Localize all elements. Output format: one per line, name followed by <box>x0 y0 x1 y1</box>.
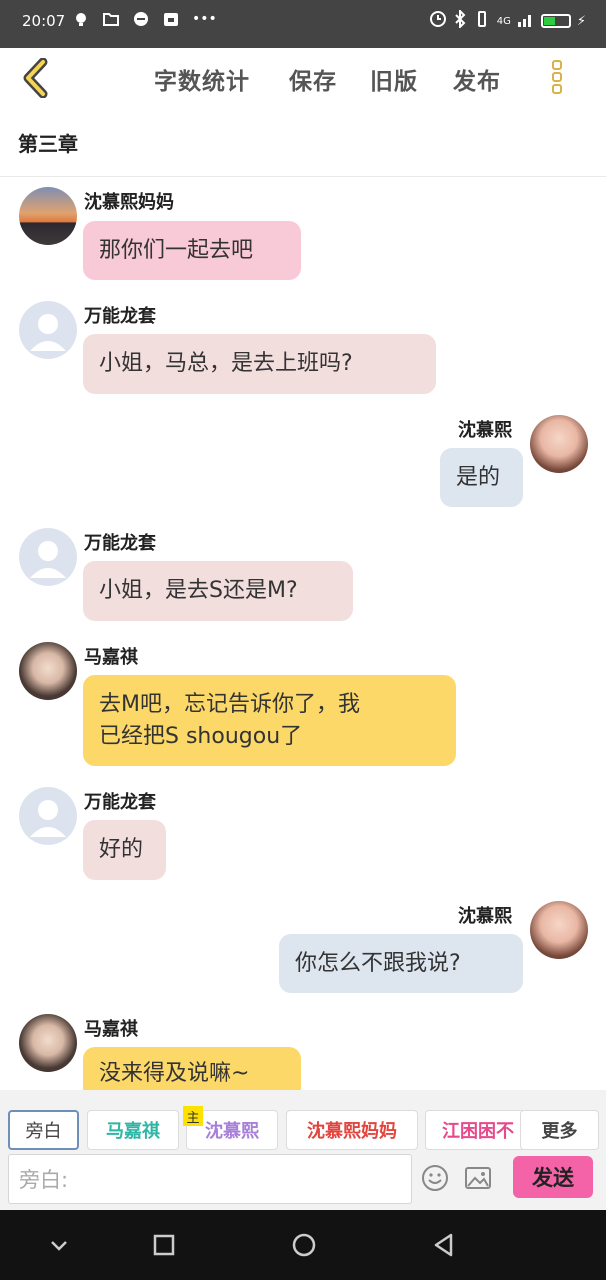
avatar-protagonist[interactable] <box>530 901 588 959</box>
message-bubble[interactable]: 是的 <box>440 448 523 507</box>
message-icon <box>132 10 150 28</box>
sender-name: 万能龙套 <box>84 533 156 554</box>
divider <box>0 176 606 177</box>
status-bar: 20:07 ••• 4G ⚡ <box>0 0 606 48</box>
sender-name: 万能龙套 <box>84 792 156 813</box>
avatar-protagonist[interactable] <box>530 415 588 473</box>
message-bubble[interactable]: 小姐，是去S还是M? <box>83 561 353 621</box>
more-menu-icon[interactable] <box>549 58 565 100</box>
dialogue-input[interactable]: 旁白: <box>8 1154 412 1204</box>
signal-icon <box>517 11 535 31</box>
save-button[interactable]: 保存 <box>289 62 337 96</box>
publish-button[interactable]: 发布 <box>453 62 501 96</box>
sender-name: 马嘉祺 <box>84 1019 138 1040</box>
role-tab-mother[interactable]: 沈慕熙妈妈 <box>286 1110 418 1150</box>
chevron-left-icon <box>23 57 48 99</box>
editor-header: 字数统计 保存 旧版 发布 <box>0 48 606 110</box>
folder-icon <box>102 10 120 28</box>
avatar-default[interactable] <box>19 787 77 845</box>
chapter-title: 第三章 <box>18 132 78 156</box>
sender-name: 万能龙套 <box>84 306 156 327</box>
send-button[interactable]: 发送 <box>513 1156 593 1198</box>
avatar-ma-jiaqi[interactable] <box>19 642 77 700</box>
default-user-icon <box>30 314 66 351</box>
main-role-badge: 主 <box>183 1106 203 1126</box>
message-line: 已经把S shougou了 <box>99 723 303 749</box>
home-icon[interactable] <box>289 1230 319 1260</box>
avatar-default[interactable] <box>19 528 77 586</box>
app-notification-icon <box>162 10 180 28</box>
image-icon[interactable] <box>464 1164 492 1192</box>
charging-icon: ⚡ <box>576 13 586 29</box>
sender-name: 沈慕熙 <box>458 906 512 927</box>
sender-name: 沈慕熙 <box>458 420 512 441</box>
more-roles-button[interactable]: 更多 <box>520 1110 599 1150</box>
notification-icons: ••• <box>72 10 217 28</box>
bulb-icon <box>72 10 90 28</box>
avatar-mother[interactable] <box>19 187 77 245</box>
role-tab-jiang[interactable]: 江困困不 <box>425 1110 525 1150</box>
message-bubble[interactable]: 那你们一起去吧 <box>83 221 301 280</box>
message-bubble[interactable]: 没来得及说嘛~ <box>83 1047 301 1090</box>
system-icons: 4G ⚡ <box>429 8 586 32</box>
default-user-icon <box>30 541 66 578</box>
back-nav-icon[interactable] <box>429 1230 459 1260</box>
avatar-default[interactable] <box>19 301 77 359</box>
bluetooth-icon <box>453 8 467 32</box>
avatar-ma-jiaqi[interactable] <box>19 1014 77 1072</box>
message-bubble[interactable]: 去M吧，忘记告诉你了，我 已经把S shougou了 <box>83 675 456 766</box>
network-type: 4G <box>496 15 511 27</box>
back-button[interactable] <box>18 57 54 99</box>
role-tab-narration[interactable]: 旁白 <box>8 1110 79 1150</box>
vibrate-icon <box>473 10 491 32</box>
more-notifications-icon: ••• <box>192 11 217 27</box>
message-bubble[interactable]: 小姐，马总，是去上班吗? <box>83 334 436 394</box>
message-line: 去M吧，忘记告诉你了，我 <box>99 691 360 717</box>
recents-icon[interactable] <box>149 1230 179 1260</box>
role-input-panel: 旁白 马嘉祺 沈慕熙 主 沈慕熙妈妈 江困困不 更多 旁白: 发送 <box>0 1090 606 1210</box>
chevron-down-icon[interactable] <box>44 1230 74 1260</box>
old-version-button[interactable]: 旧版 <box>370 62 418 96</box>
alarm-icon <box>429 10 447 32</box>
status-time: 20:07 <box>22 12 66 30</box>
message-bubble[interactable]: 好的 <box>83 820 166 880</box>
battery-icon <box>540 14 571 28</box>
sender-name: 马嘉祺 <box>84 647 138 668</box>
app-screen: 20:07 ••• 4G ⚡ 字数统计 保存 旧版 发布 第三章 沈慕熙妈妈 那… <box>0 0 606 1280</box>
sender-name: 沈慕熙妈妈 <box>84 192 174 213</box>
word-count-button[interactable]: 字数统计 <box>154 62 250 96</box>
default-user-icon <box>30 800 66 837</box>
system-nav-bar <box>0 1210 606 1280</box>
message-bubble[interactable]: 你怎么不跟我说? <box>279 934 523 993</box>
role-tab-ma-jiaqi[interactable]: 马嘉祺 <box>87 1110 179 1150</box>
emoji-icon[interactable] <box>421 1164 449 1192</box>
